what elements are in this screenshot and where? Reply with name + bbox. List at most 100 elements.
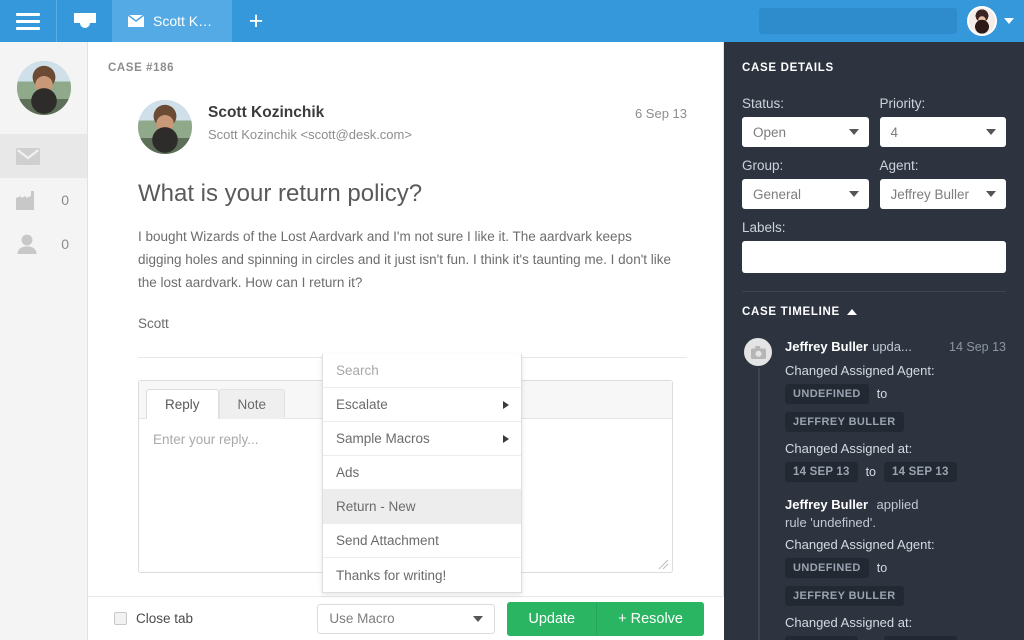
status-select[interactable]: Open [742, 117, 869, 147]
status-badge: 14 SEP 13 [785, 636, 858, 640]
message-subject: What is your return policy? [138, 180, 687, 208]
camera-icon [742, 336, 774, 368]
macro-item-send-attachment[interactable]: Send Attachment [323, 524, 521, 558]
labels-input[interactable] [742, 241, 1006, 273]
timeline-change-badges: UNDEFINED to JEFFREY BULLER [785, 384, 1006, 432]
agent-select[interactable]: Jeffrey Buller [880, 179, 1007, 209]
use-macro-value: Use Macro [329, 611, 394, 626]
timeline-entry-header: Jeffrey Buller upda... 14 Sep 13 [785, 339, 1006, 354]
status-badge: UNDEFINED [785, 558, 869, 578]
macro-item-ads[interactable]: Ads [323, 456, 521, 490]
case-timeline-title: CASE TIMELINE [742, 306, 840, 318]
timeline-actor: Jeffrey Buller [785, 339, 868, 354]
timeline-change-badges: 14 SEP 13 to 14 SEP 13 [785, 462, 1006, 482]
timeline-connector [758, 366, 760, 640]
status-badge: 14 SEP 13 [884, 636, 957, 640]
group-value: General [753, 187, 801, 202]
avatar [17, 61, 71, 115]
hamburger-menu-button[interactable] [0, 0, 56, 42]
timeline-change-label: Changed Assigned at: [785, 615, 1006, 630]
new-tab-button[interactable]: + [232, 0, 280, 42]
field-group: Group: General [742, 158, 869, 209]
message-sender-block: Scott Kozinchik Scott Kozinchik <scott@d… [208, 100, 412, 142]
resolve-button[interactable]: + Resolve [597, 602, 704, 636]
field-row: Status: Open Priority: 4 [742, 96, 1006, 147]
envelope-icon [128, 15, 144, 27]
case-details-title: CASE DETAILS [724, 42, 1024, 74]
macro-dropdown-menu: Escalate Sample Macros Ads Return - New … [322, 354, 522, 593]
message-body: I bought Wizards of the Lost Aardvark an… [138, 225, 678, 335]
priority-label: Priority: [880, 96, 1007, 111]
field-labels: Labels: [742, 220, 1006, 273]
macro-item-label: Thanks for writing! [336, 568, 446, 583]
field-status: Status: Open [742, 96, 869, 147]
rail-item-customers[interactable]: 0 [0, 222, 87, 266]
global-search-input[interactable] [759, 8, 957, 34]
chevron-down-icon [849, 129, 859, 135]
chevron-down-icon [849, 191, 859, 197]
macro-item-thanks-for-writing[interactable]: Thanks for writing! [323, 558, 521, 592]
timeline-entry-secondary: Jeffrey Buller applied rule 'undefined'.… [785, 496, 1006, 640]
rail-count-companies: 0 [61, 192, 69, 208]
status-badge: 14 SEP 13 [785, 462, 858, 482]
status-badge: JEFFREY BULLER [785, 412, 904, 432]
macro-item-sample-macros[interactable]: Sample Macros [323, 422, 521, 456]
message-date: 6 Sep 13 [635, 106, 687, 121]
priority-select[interactable]: 4 [880, 117, 1007, 147]
tab-reply[interactable]: Reply [146, 389, 219, 419]
case-timeline-header[interactable]: CASE TIMELINE [724, 292, 1024, 318]
tab-note[interactable]: Note [219, 389, 286, 419]
field-row: Group: General Agent: Jeffrey Buller [742, 158, 1006, 209]
timeline-action: upda... [872, 339, 912, 354]
rail-item-cases[interactable] [0, 134, 87, 178]
chevron-down-icon [1004, 18, 1014, 24]
message: Scott Kozinchik Scott Kozinchik <scott@d… [88, 74, 723, 358]
chevron-down-icon [473, 616, 483, 622]
labels-label: Labels: [742, 220, 1006, 235]
timeline-date: 14 Sep 13 [943, 340, 1006, 354]
rail-count-customers: 0 [61, 236, 69, 252]
macro-item-escalate[interactable]: Escalate [323, 388, 521, 422]
update-button[interactable]: Update [507, 602, 597, 636]
timeline-change-badges: UNDEFINED to JEFFREY BULLER [785, 558, 1006, 606]
top-bar: Scott Kozin... + [0, 0, 1024, 42]
use-macro-select[interactable]: Use Macro [317, 604, 495, 634]
timeline-entry-header: Jeffrey Buller applied [785, 496, 1006, 514]
avatar [967, 6, 997, 36]
status-badge: JEFFREY BULLER [785, 586, 904, 606]
macro-item-label: Sample Macros [336, 431, 430, 446]
timeline-change-badges: 14 SEP 13 to 14 SEP 13 [785, 636, 1006, 640]
timeline-entry-content: Jeffrey Buller upda... 14 Sep 13 Changed… [785, 336, 1006, 640]
macro-item-return-new[interactable]: Return - New [323, 490, 521, 524]
right-panel: CASE DETAILS Status: Open Priority: 4 [724, 42, 1024, 640]
user-menu[interactable] [967, 0, 1024, 42]
tab-scott-kozinchik[interactable]: Scott Kozin... [112, 0, 232, 42]
timeline-rule: rule 'undefined'. [785, 514, 1006, 533]
status-label: Status: [742, 96, 869, 111]
group-label: Group: [742, 158, 869, 173]
agent-value: Jeffrey Buller [891, 187, 970, 202]
case-number: CASE #186 [88, 42, 723, 74]
app-root: Scott Kozin... + 0 0 [0, 0, 1024, 640]
inbox-button[interactable] [56, 0, 112, 42]
status-value: Open [753, 125, 786, 140]
macro-search-input[interactable] [323, 354, 521, 388]
chevron-down-icon [986, 129, 996, 135]
message-sender-email: Scott Kozinchik <scott@desk.com> [208, 127, 412, 142]
macro-item-label: Send Attachment [336, 533, 439, 548]
hamburger-menu-icon [16, 13, 40, 30]
timeline-change-label: Changed Assigned Agent: [785, 363, 1006, 378]
message-body-signature: Scott [138, 312, 678, 335]
group-select[interactable]: General [742, 179, 869, 209]
inbox-icon [72, 10, 98, 32]
company-icon [16, 191, 42, 210]
to-word: to [877, 387, 887, 401]
rail-avatar-row [0, 42, 87, 134]
avatar [138, 100, 192, 154]
field-priority: Priority: 4 [880, 96, 1007, 147]
message-header: Scott Kozinchik Scott Kozinchik <scott@d… [138, 100, 687, 154]
close-tab-label: Close tab [136, 611, 193, 626]
close-tab-checkbox[interactable]: Close tab [114, 611, 193, 626]
timeline-change-label: Changed Assigned Agent: [785, 537, 1006, 552]
rail-item-companies[interactable]: 0 [0, 178, 87, 222]
